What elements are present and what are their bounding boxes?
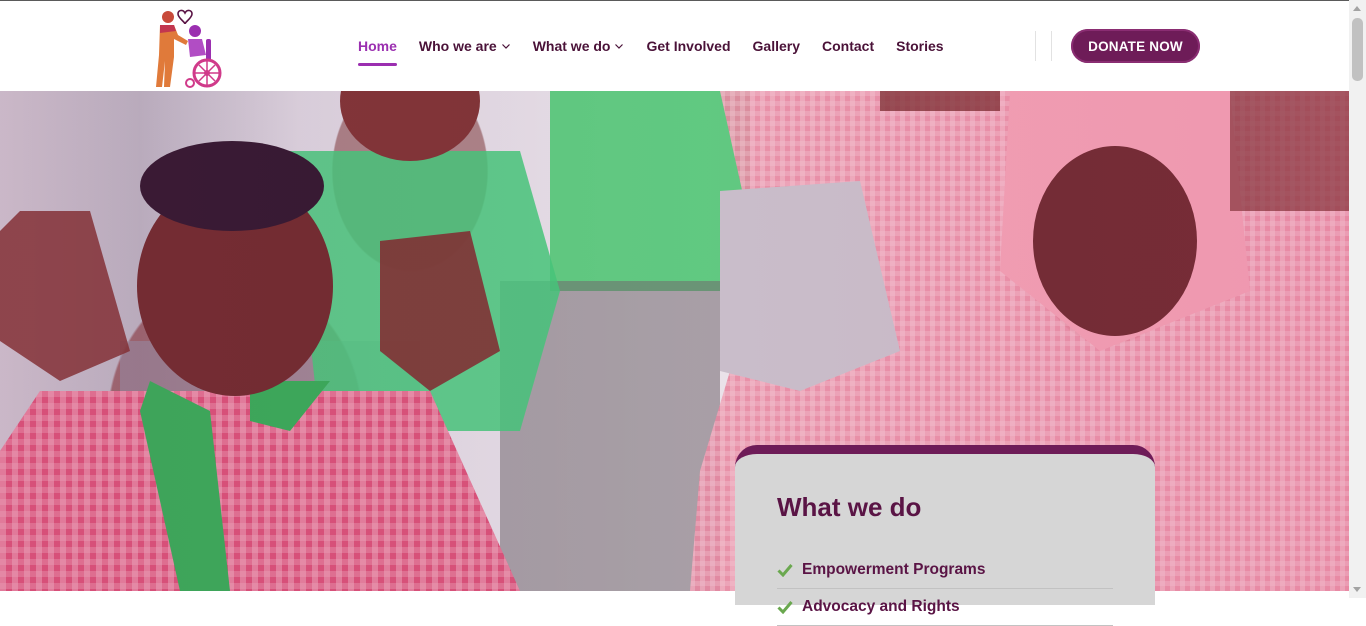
scrollbar-thumb[interactable] (1352, 18, 1363, 81)
header-divider (1051, 31, 1052, 61)
card-list: Empowerment Programs Advocacy and Rights (777, 552, 1113, 626)
checkmark-icon (777, 564, 793, 577)
list-item-label: Advocacy and Rights (802, 598, 960, 615)
nav-item-label: What we do (532, 38, 611, 54)
site-logo[interactable] (148, 5, 228, 89)
header-divider (1035, 31, 1036, 61)
list-item-label: Empowerment Programs (802, 561, 986, 578)
scroll-down-arrow-icon[interactable] (1353, 587, 1361, 592)
nav-item-what-we-do[interactable]: What we do (533, 38, 625, 54)
page-scrollbar[interactable] (1349, 0, 1366, 598)
nav-item-home[interactable]: Home (358, 38, 397, 66)
list-item[interactable]: Empowerment Programs (777, 552, 1113, 589)
checkmark-icon (777, 601, 793, 614)
nav-item-label: Who we are (418, 38, 497, 54)
card-title: What we do (777, 492, 922, 522)
nav-item-label: Contact (822, 38, 875, 54)
scroll-up-arrow-icon[interactable] (1353, 6, 1361, 11)
nav-item-label: Home (358, 38, 397, 54)
what-we-do-card: What we do Empowerment Programs Advocacy… (735, 445, 1155, 626)
nav-item-stories[interactable]: Stories (896, 38, 943, 54)
chevron-down-icon (501, 44, 510, 49)
donate-now-button[interactable]: DONATE NOW (1071, 29, 1200, 63)
chevron-down-icon (615, 44, 624, 49)
nav-item-label: Get Involved (646, 38, 731, 54)
nav-item-who-we-are[interactable]: Who we are (419, 38, 511, 54)
nav-item-contact[interactable]: Contact (822, 38, 874, 54)
list-item[interactable]: Advocacy and Rights (777, 589, 1113, 626)
nav-item-label: Stories (896, 38, 944, 54)
site-header: Home Who we are What we do Get Involved … (0, 1, 1349, 91)
nav-item-gallery[interactable]: Gallery (753, 38, 800, 54)
nav-item-label: Gallery (752, 38, 800, 54)
caregiver-wheelchair-heart-logo-icon (156, 9, 222, 88)
nav-item-get-involved[interactable]: Get Involved (646, 38, 730, 54)
main-navigation: Home Who we are What we do Get Involved … (358, 1, 966, 91)
